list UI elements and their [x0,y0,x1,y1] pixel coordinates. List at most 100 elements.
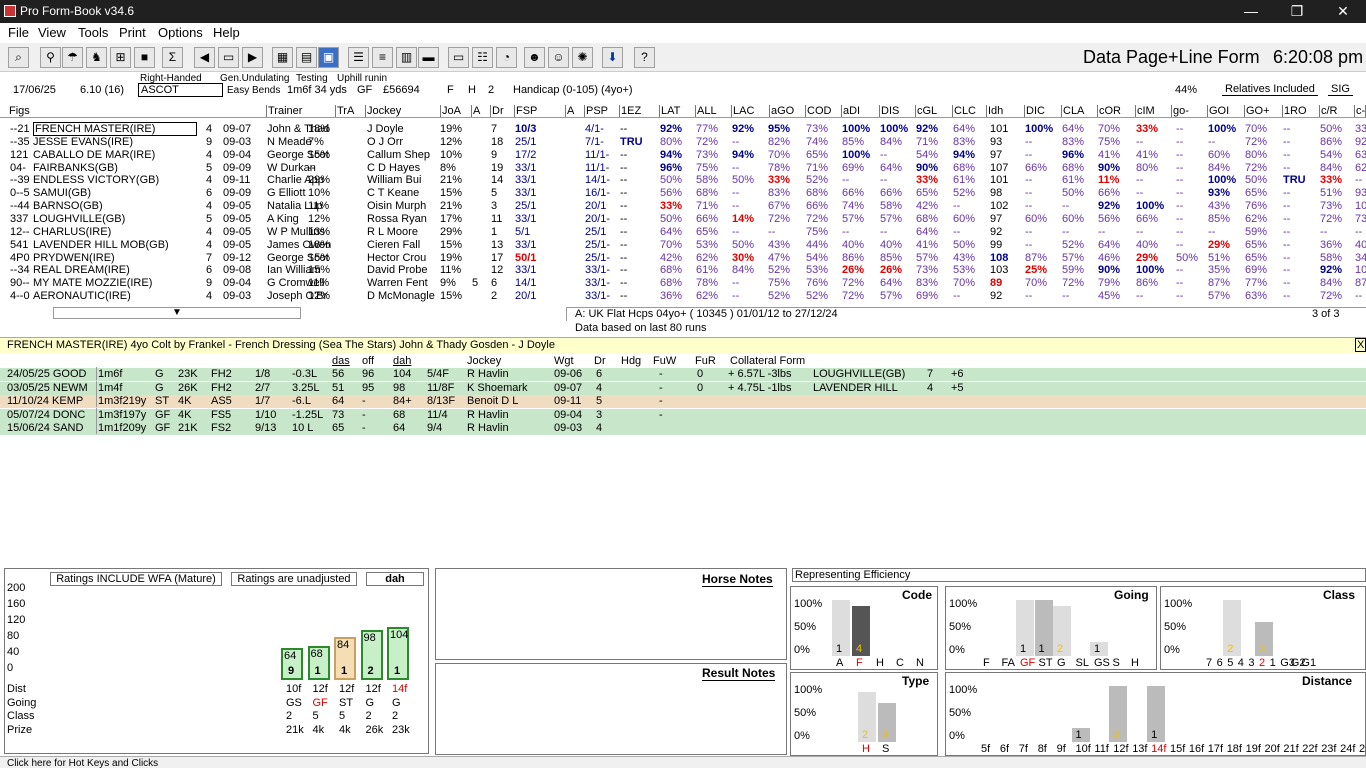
scroll-down-arrow-icon[interactable]: ▼ [53,307,301,319]
form-row[interactable]: 11/10/24 KEMP 1m3f219y ST 4K AS5 1/7 -6.L 64-84… [0,394,1366,408]
runner-name[interactable]: BARNSO(GB) [33,200,103,212]
grid-header-jockey-3[interactable]: Jockey [366,105,441,117]
form-header-off[interactable]: off [362,355,374,367]
form-header-collateralform[interactable]: Collateral Form [730,355,805,367]
folder-icon[interactable]: ▭ [448,47,469,68]
binoculars-icon[interactable]: ⌕ [8,47,29,68]
grid-header-a-8[interactable]: A [566,105,585,117]
runner-name[interactable]: CABALLO DE MAR(IRE) [33,149,155,161]
grid-header-dr-6[interactable]: Dr [491,105,515,117]
runner-name[interactable]: ENDLESS VICTORY(GB) [33,174,159,186]
grid-header-go-27[interactable]: GO+ [1245,105,1283,117]
grid-header-a-5[interactable]: A [472,105,491,117]
close-icon[interactable]: X [1355,338,1366,352]
form-header-dr[interactable]: Dr [594,355,606,367]
lightbulb-icon[interactable]: ✺ [572,47,593,68]
grid-header-tra-2[interactable]: TrA [336,105,366,117]
table-icon[interactable]: ▤ [296,47,317,68]
runner-row[interactable]: 541 LAVENDER HILL MOB(GB) 4 09-05 James Owen… [0,239,1366,252]
rows-icon[interactable]: ≡ [372,47,393,68]
runner-name[interactable]: PRYDWEN(IRE) [33,252,115,264]
menu-help[interactable]: Help [213,25,240,40]
open-folder-icon[interactable]: ▭ [218,47,239,68]
grid-header-cr-29[interactable]: c/R [1320,105,1355,117]
menu-tools[interactable]: Tools [78,25,108,40]
ratings-unadjusted-button[interactable]: Ratings are unadjusted [231,572,357,586]
form-header-wgt[interactable]: Wgt [554,355,574,367]
grid-header-lat-11[interactable]: LAT [660,105,696,117]
runner-row[interactable]: --39 ENDLESS VICTORY(GB) 4 09-11 Charlie App… [0,174,1366,187]
chart-icon[interactable]: ▥ [396,47,417,68]
grid-header-trainer-1[interactable]: Trainer [267,105,336,117]
ratings-wfa-button[interactable]: Ratings INCLUDE WFA (Mature) [50,572,222,586]
form-row[interactable]: 24/05/25 GOOD 1m6f G 23K FH2 1/8 -0.3L 56 96 104 5… [0,367,1366,381]
list-icon[interactable]: ☷ [472,47,493,68]
menu-file[interactable]: File [8,25,29,40]
form-row[interactable]: 05/07/24 DONC 1m3f197y GF 4K FS5 1/10 -1.25L 73… [0,407,1366,422]
grid-header-ago-14[interactable]: aGO [770,105,806,117]
grid-header-joa-4[interactable]: JoA [441,105,472,117]
runner-name[interactable]: REAL DREAM(IRE) [33,264,130,276]
form-header-jockey[interactable]: Jockey [467,355,501,367]
card-icon[interactable]: ▬ [418,47,439,68]
grid-header-figs-0[interactable]: Figs [8,105,267,117]
runner-row[interactable]: 04- FAIRBANKS(GB) 5 09-09 W Durkan -- C D Haye… [0,162,1366,175]
menu-options[interactable]: Options [158,25,203,40]
maximize-button[interactable]: ❐ [1274,0,1320,23]
grid-header-psp-9[interactable]: PSP [585,105,620,117]
fence-icon[interactable]: ⊞ [110,47,131,68]
grid-header-all-12[interactable]: ALL [696,105,732,117]
runner-row[interactable]: --44 BARNSO(GB) 4 09-05 Natalia Lup 11% Oisin … [0,200,1366,213]
runner-name[interactable]: LAVENDER HILL MOB(GB) [33,239,169,251]
runner-row[interactable]: 90-- MY MATE MOZZIE(IRE) 9 09-04 G Cromwell 1… [0,277,1366,290]
runner-row[interactable]: --21 FRENCH MASTER(IRE) 4 09-07 John & Thad 1… [0,122,1366,136]
sigma-icon[interactable]: Σ [162,47,183,68]
grid-header-dis-17[interactable]: DIS [880,105,916,117]
user-icon[interactable]: ☻ [524,47,545,68]
grid-header-fsp-7[interactable]: FSP [515,105,566,117]
runner-name[interactable]: FRENCH MASTER(IRE) [33,122,197,136]
prev-icon[interactable]: ◀ [194,47,215,68]
umbrella-icon[interactable]: ☂ [62,47,83,68]
runner-row[interactable]: 0--5 SAMUI(GB) 6 09-09 G Elliott 10% C T Keane… [0,187,1366,200]
magnifier-icon[interactable]: ⚲ [40,47,61,68]
arrow-down-icon[interactable]: ⬇ [602,47,623,68]
grid-header-idh-20[interactable]: Idh [987,105,1025,117]
split-icon[interactable]: ☰ [348,47,369,68]
next-icon[interactable]: ▶ [242,47,263,68]
grid-header-go-25[interactable]: go- [1172,105,1208,117]
grid-header-dic-21[interactable]: DIC [1025,105,1062,117]
grid-header-goi-26[interactable]: GOI [1208,105,1245,117]
runner-name[interactable]: JESSE EVANS(IRE) [33,136,133,148]
form-header-das[interactable]: das [332,355,350,367]
runner-row[interactable]: --34 REAL DREAM(IRE) 6 09-08 Ian William 15% D… [0,264,1366,277]
grid-header-1ro-28[interactable]: 1RO [1283,105,1320,117]
stop-icon[interactable]: ■ [134,47,155,68]
grid-header-c-30[interactable]: c- [1355,105,1366,117]
status-bar[interactable]: Click here for Hot Keys and Clicks [0,756,1366,769]
grid-header-cgl-18[interactable]: cGL [916,105,953,117]
dah-button[interactable]: dah [366,572,424,586]
sig-button[interactable]: SIG [1328,83,1353,96]
form-header-fuw[interactable]: FuW [653,355,676,367]
menu-print[interactable]: Print [119,25,146,40]
help-icon[interactable]: ? [634,47,655,68]
grid-header-cla-22[interactable]: CLA [1062,105,1098,117]
race-course[interactable]: ASCOT [138,83,223,97]
runner-name[interactable]: LOUGHVILLE(GB) [33,213,125,225]
grid-header-cor-23[interactable]: cOR [1098,105,1136,117]
runner-name[interactable]: MY MATE MOZZIE(IRE) [33,277,152,289]
runner-row[interactable]: 121 CABALLO DE MAR(IRE) 4 09-04 George Scot 1… [0,149,1366,162]
runner-name[interactable]: AERONAUTIC(IRE) [33,290,131,302]
grid-header-1ez-10[interactable]: 1EZ [620,105,660,117]
horse-icon[interactable]: ♞ [86,47,107,68]
runner-row[interactable]: --35 JESSE EVANS(IRE) 9 09-03 N Meade 7% O J O… [0,136,1366,149]
grid-header-cod-15[interactable]: COD [806,105,842,117]
form-header-hdg[interactable]: Hdg [621,355,641,367]
form-header-dah[interactable]: dah [393,355,411,367]
runner-name[interactable]: SAMUI(GB) [33,187,91,199]
grid-header-clc-19[interactable]: CLC [953,105,987,117]
runner-row[interactable]: 337 LOUGHVILLE(GB) 5 09-05 A King 12% Rossa Ry… [0,213,1366,226]
grid-header-adi-16[interactable]: aDI [842,105,880,117]
form-row[interactable]: 03/05/25 NEWM 1m4f G 26K FH2 2/7 3.25L 51 95 98 11… [0,380,1366,395]
